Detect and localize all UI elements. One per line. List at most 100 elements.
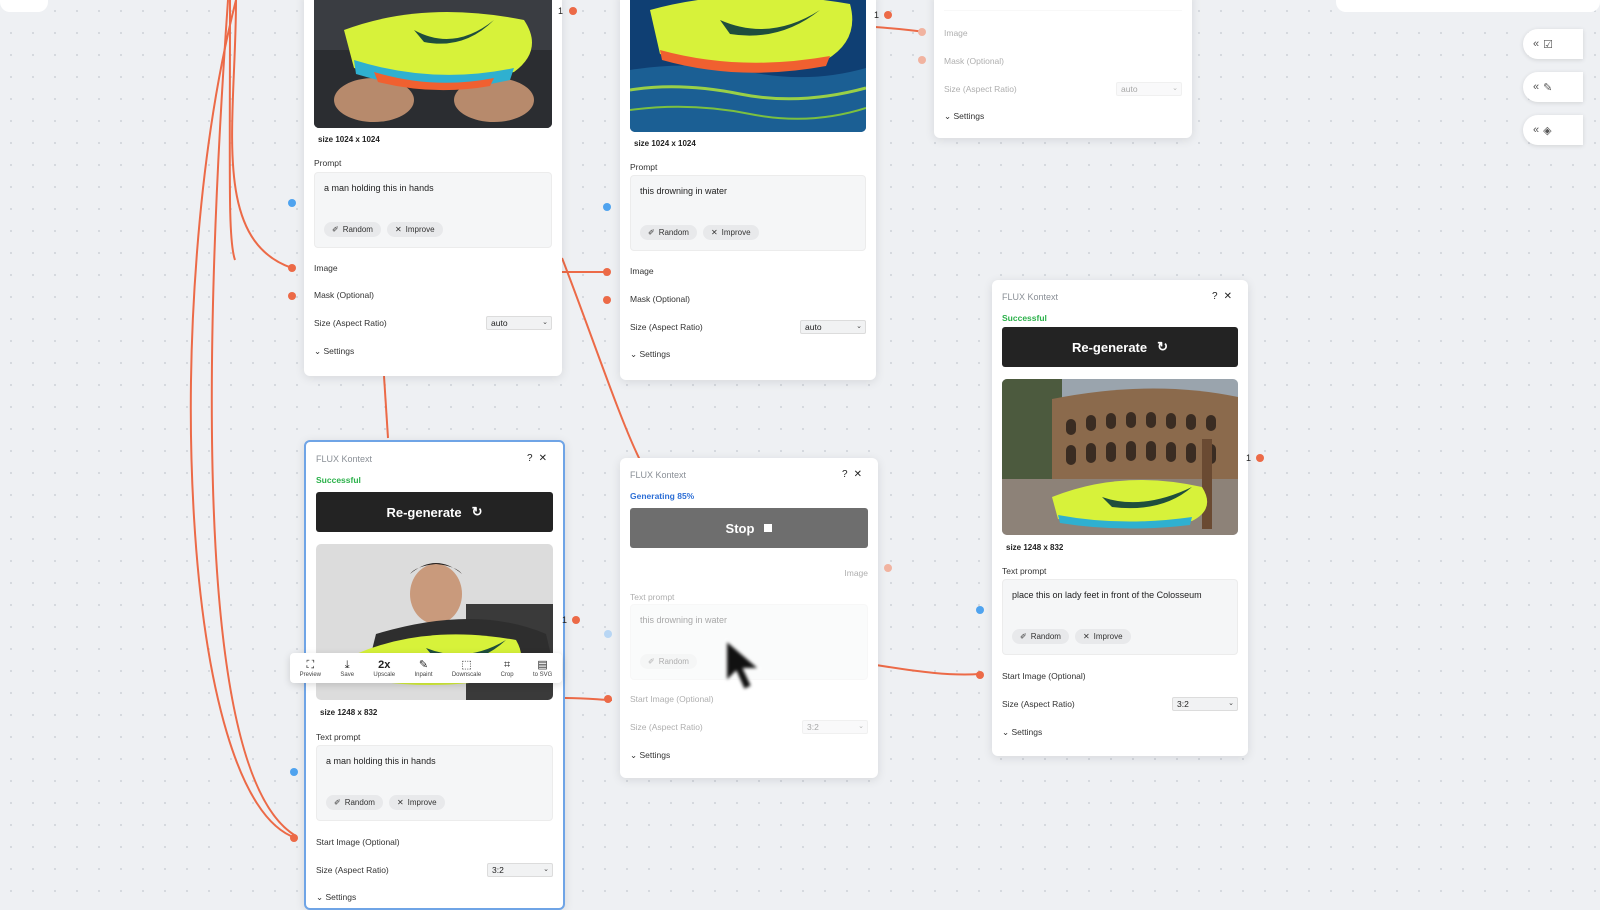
- input-port-prompt[interactable]: [290, 768, 298, 776]
- node-flux-kontext-3[interactable]: FLUX Kontext ?✕ Successful Re-generate↻: [992, 280, 1248, 756]
- prompt-text[interactable]: a man holding this in hands: [326, 756, 436, 766]
- size-ratio-select[interactable]: auto ⌄: [800, 320, 866, 334]
- improve-button[interactable]: ✕ Improve: [388, 795, 445, 810]
- help-icon[interactable]: ?: [527, 453, 539, 464]
- prompt-box[interactable]: a man holding this in hands ✐ Random ✕ Imp…: [314, 172, 552, 248]
- settings-toggle[interactable]: ⌄ Settings: [314, 346, 354, 357]
- node-flux-kontext-2[interactable]: FLUX Kontext ?✕ Generating 85% Stop Imag…: [620, 458, 878, 778]
- output-port[interactable]: [884, 11, 892, 19]
- node-image[interactable]: [1002, 379, 1238, 535]
- image-size-label: size 1248 x 832: [320, 708, 378, 717]
- close-icon[interactable]: ✕: [539, 453, 553, 464]
- chevron-down-icon: ⌄: [542, 319, 548, 326]
- regenerate-button[interactable]: Re-generate ↻: [1002, 327, 1238, 367]
- input-port-prompt[interactable]: [976, 606, 984, 614]
- node-image-prompt-3[interactable]: Image Mask (Optional) Size (Aspect Ratio…: [934, 0, 1192, 138]
- output-port[interactable]: [884, 564, 892, 572]
- mask-input-label: Mask (Optional): [944, 56, 1004, 66]
- input-port-image[interactable]: [288, 264, 296, 272]
- tool-upscale[interactable]: 2x Upscale: [373, 659, 395, 678]
- man-sneaker-image: [314, 0, 552, 128]
- prompt-text[interactable]: this drowning in water: [640, 615, 727, 625]
- start-image-label: Start Image (Optional): [316, 837, 400, 847]
- size-ratio-select[interactable]: 3:2 ⌄: [802, 720, 868, 734]
- top-bar-left: [0, 0, 48, 12]
- help-icon[interactable]: ?: [842, 469, 854, 480]
- input-port-image[interactable]: [603, 268, 611, 276]
- node-image[interactable]: [314, 0, 552, 128]
- improve-button[interactable]: ✕ Improve: [1074, 629, 1131, 644]
- prompt-text[interactable]: this drowning in water: [640, 186, 727, 196]
- tool-save[interactable]: ⤓ Save: [340, 659, 354, 678]
- settings-toggle[interactable]: ⌄ Settings: [316, 892, 356, 903]
- prompt-box[interactable]: place this on lady feet in front of the …: [1002, 579, 1238, 655]
- tool-crop[interactable]: ⌗ Crop: [501, 659, 514, 678]
- size-ratio-select[interactable]: 3:2 ⌄: [487, 863, 553, 877]
- node-image-prompt-1[interactable]: size 1024 x 1024 Prompt a man holding th…: [304, 0, 562, 376]
- tool-downscale[interactable]: ⬚ Downscale: [452, 659, 481, 678]
- image-input-label: Image: [314, 263, 338, 273]
- output-port[interactable]: [572, 616, 580, 624]
- prompt-text[interactable]: a man holding this in hands: [324, 183, 434, 193]
- image-size-label: size 1248 x 832: [1006, 543, 1064, 552]
- text-prompt-label: Text prompt: [316, 732, 361, 742]
- random-button[interactable]: ✐ Random: [324, 222, 381, 237]
- settings-toggle[interactable]: ⌄ Settings: [630, 750, 670, 761]
- size-ratio-label: Size (Aspect Ratio): [316, 865, 389, 875]
- improve-button[interactable]: ✕ Improve: [702, 225, 759, 240]
- status-text: Successful: [316, 475, 361, 485]
- stop-icon: [764, 524, 773, 532]
- prompt-box[interactable]: a man holding this in hands ✐ Random ✕ Imp…: [316, 745, 553, 821]
- prompt-box[interactable]: this drowning in water ✐ Random ✕ Improve: [630, 175, 866, 251]
- settings-toggle[interactable]: ⌄ Settings: [1002, 727, 1042, 738]
- output-port[interactable]: [569, 7, 577, 15]
- stop-button[interactable]: Stop: [630, 508, 868, 548]
- chevron-down-icon: ⌄: [1228, 700, 1234, 707]
- input-port-mask[interactable]: [288, 292, 296, 300]
- tool-inpaint[interactable]: ✎ Inpaint: [414, 659, 432, 678]
- panel-toggle-image-edit[interactable]: «☑: [1523, 29, 1583, 59]
- regenerate-button[interactable]: Re-generate ↻: [316, 492, 553, 532]
- tool-preview[interactable]: ⛶ Preview: [300, 659, 321, 678]
- input-port-mask[interactable]: [603, 296, 611, 304]
- start-image-label: Start Image (Optional): [630, 694, 714, 704]
- input-port-start-image[interactable]: [976, 671, 984, 679]
- size-ratio-select[interactable]: 3:2 ⌄: [1172, 697, 1238, 711]
- tool-to-svg[interactable]: ▤ to SVG: [533, 659, 552, 678]
- wire: [210, 0, 297, 837]
- close-icon[interactable]: ✕: [1224, 291, 1238, 302]
- layers-icon: ◈: [1543, 124, 1552, 137]
- random-button[interactable]: ✐ Random: [1012, 629, 1069, 644]
- chevron-down-icon: ⌄: [856, 323, 862, 330]
- node-image-prompt-2[interactable]: size 1024 x 1024 Prompt this drowning in…: [620, 0, 876, 380]
- random-button[interactable]: ✐ Random: [326, 795, 383, 810]
- panel-toggle-layers[interactable]: «◈: [1523, 115, 1583, 145]
- input-port-image[interactable]: [918, 28, 926, 36]
- help-icon[interactable]: ?: [1212, 291, 1224, 302]
- input-port-prompt[interactable]: [604, 630, 612, 638]
- expand-icon: ⛶: [306, 658, 315, 671]
- close-icon[interactable]: ✕: [854, 469, 868, 480]
- node-image[interactable]: [630, 0, 866, 132]
- random-button[interactable]: ✐ Random: [640, 225, 697, 240]
- random-button[interactable]: ✐ Random: [640, 654, 697, 669]
- output-port[interactable]: [1256, 454, 1264, 462]
- size-ratio-select[interactable]: auto ⌄: [486, 316, 552, 330]
- start-image-label: Start Image (Optional): [1002, 671, 1086, 681]
- settings-toggle[interactable]: ⌄ Settings: [630, 349, 670, 360]
- input-port-start-image[interactable]: [290, 834, 298, 842]
- input-port-start-image[interactable]: [604, 695, 612, 703]
- input-port-prompt[interactable]: [603, 203, 611, 211]
- top-bar-right: [1336, 0, 1600, 12]
- size-ratio-select[interactable]: auto ⌄: [1116, 82, 1182, 96]
- mask-input-label: Mask (Optional): [314, 290, 374, 300]
- dice-icon: ✐: [1020, 632, 1027, 641]
- settings-toggle[interactable]: ⌄ Settings: [944, 111, 984, 122]
- panel-toggle-draw[interactable]: «✎: [1523, 72, 1583, 102]
- input-port-prompt[interactable]: [288, 199, 296, 207]
- port-count: 1: [558, 6, 564, 16]
- improve-button[interactable]: ✕ Improve: [386, 222, 443, 237]
- node-header: FLUX Kontext ?✕: [630, 469, 868, 480]
- input-port-mask[interactable]: [918, 56, 926, 64]
- prompt-text[interactable]: place this on lady feet in front of the …: [1012, 590, 1202, 600]
